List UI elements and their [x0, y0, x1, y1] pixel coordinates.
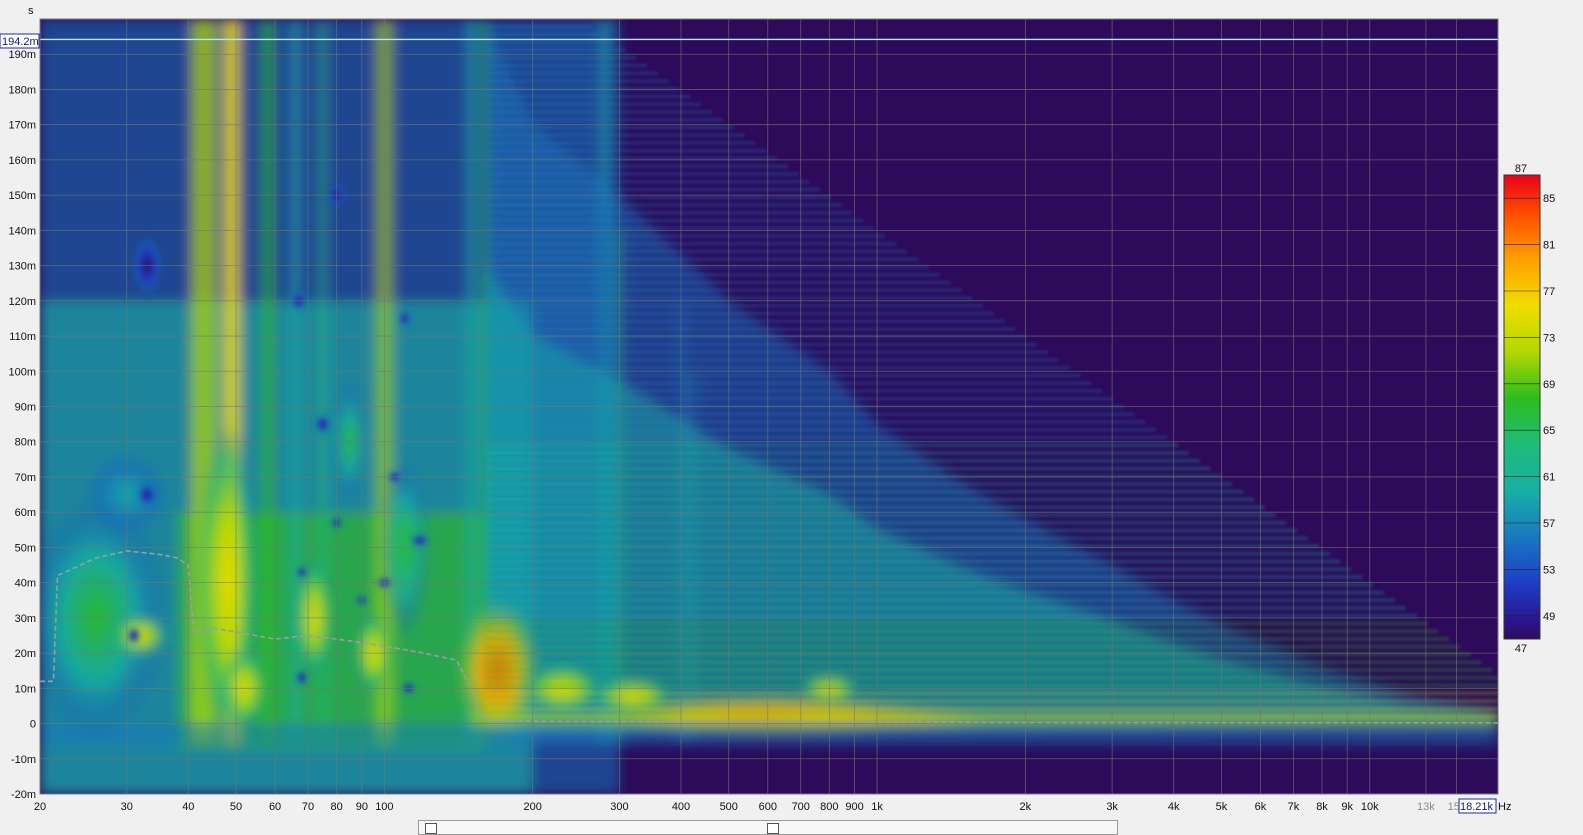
- colorbar-tick-label: 85: [1543, 193, 1555, 205]
- y-tick-label: 110m: [9, 331, 36, 343]
- colorbar-tick-label: 73: [1543, 332, 1555, 344]
- x-tick-label: 900: [845, 801, 863, 813]
- x-tick-label: 20: [34, 801, 46, 813]
- colorbar-min-label: 47: [1515, 643, 1527, 655]
- colorbar-tick-label: 61: [1543, 472, 1555, 484]
- x-tick-label: 40: [182, 801, 194, 813]
- x-axis-unit-label: Hz: [1498, 801, 1511, 813]
- x-tick-label: 13k: [1417, 801, 1435, 813]
- x-tick-label: 90: [356, 801, 368, 813]
- cursor-time-badge[interactable]: 194.2m: [0, 33, 40, 49]
- bottom-checkbox-2[interactable]: [767, 823, 779, 834]
- x-tick-label: 400: [672, 801, 690, 813]
- x-tick-label: 80: [331, 801, 343, 813]
- cursor-freq-readout: 18.21k: [1460, 801, 1494, 813]
- y-tick-label: 130m: [8, 261, 36, 273]
- x-tick-label: 60: [269, 801, 281, 813]
- x-tick-label: 800: [820, 801, 838, 813]
- bottom-checkbox-1[interactable]: [425, 823, 437, 834]
- y-tick-label: 40m: [15, 578, 36, 590]
- x-tick-label: 7k: [1288, 801, 1300, 813]
- spectrogram-chart[interactable]: 20 30 40 50 60 70 80 90 100 200 300 400 500 600 700 800…: [0, 0, 1583, 835]
- x-tick-label: 600: [759, 801, 777, 813]
- x-tick-label: 3k: [1106, 801, 1118, 813]
- y-tick-label: 180m: [8, 84, 36, 96]
- y-tick-label: 120m: [8, 296, 36, 308]
- y-tick-label: 70m: [15, 472, 36, 484]
- x-tick-label: 10k: [1361, 801, 1379, 813]
- y-tick-label: 60m: [15, 507, 36, 519]
- y-tick-label: 190m: [8, 49, 36, 61]
- bottom-controls-strip: [418, 820, 1118, 835]
- y-tick-label: 50m: [15, 542, 36, 554]
- cursor-freq-badge[interactable]: 18.21k: [1458, 798, 1497, 814]
- colorbar-tick-label: 81: [1543, 240, 1555, 252]
- y-tick-label: 150m: [8, 190, 36, 202]
- x-tick-label: 4k: [1168, 801, 1180, 813]
- colorbar-tick-label: 57: [1543, 518, 1555, 530]
- x-tick-label: 300: [610, 801, 628, 813]
- y-axis-unit-label: s: [28, 5, 34, 17]
- y-tick-label: -10m: [11, 754, 36, 766]
- x-tick-label: 9k: [1341, 801, 1353, 813]
- y-axis-ticks: 190m 180m 170m 160m 150m 140m 130m 120m 110m 100m…: [8, 49, 36, 801]
- y-tick-label: 160m: [8, 155, 36, 167]
- y-tick-label: 10m: [15, 683, 36, 695]
- x-tick-label: 700: [792, 801, 810, 813]
- x-tick-label: 6k: [1255, 801, 1267, 813]
- colorbar-tick-label: 49: [1543, 611, 1555, 623]
- y-tick-label: 90m: [15, 402, 36, 414]
- x-tick-label: 5k: [1216, 801, 1228, 813]
- colorbar-tick-label: 77: [1543, 286, 1555, 298]
- x-tick-label: 200: [524, 801, 542, 813]
- colorbar-tick-label: 69: [1543, 379, 1555, 391]
- colorbar-tick-label: 65: [1543, 425, 1555, 437]
- x-tick-label: 70: [302, 801, 314, 813]
- x-axis-ticks: 20 30 40 50 60 70 80 90 100 200 300 400 500 600 700 800…: [34, 801, 1466, 813]
- x-tick-label: 1k: [871, 801, 883, 813]
- colorbar-max-label: 87: [1515, 163, 1527, 175]
- x-tick-label: 2k: [1020, 801, 1032, 813]
- x-tick-label: 8k: [1316, 801, 1328, 813]
- x-tick-label: 50: [230, 801, 242, 813]
- cursor-time-readout: 194.2m: [2, 36, 39, 48]
- y-tick-label: 170m: [8, 120, 36, 132]
- colorbar: 87 85 81 77 73 69 65 61 57 53 49 47: [1503, 163, 1555, 655]
- y-tick-label: 140m: [8, 225, 36, 237]
- y-tick-label: 80m: [15, 437, 36, 449]
- y-tick-label: 100m: [8, 366, 36, 378]
- x-tick-label: 100: [375, 801, 393, 813]
- x-tick-label: 500: [720, 801, 738, 813]
- x-tick-label: 30: [121, 801, 133, 813]
- colorbar-tick-label: 53: [1543, 564, 1555, 576]
- y-tick-label: 20m: [15, 648, 36, 660]
- y-tick-label: -20m: [11, 789, 36, 801]
- y-tick-label: 0: [30, 719, 36, 731]
- y-tick-label: 30m: [15, 613, 36, 625]
